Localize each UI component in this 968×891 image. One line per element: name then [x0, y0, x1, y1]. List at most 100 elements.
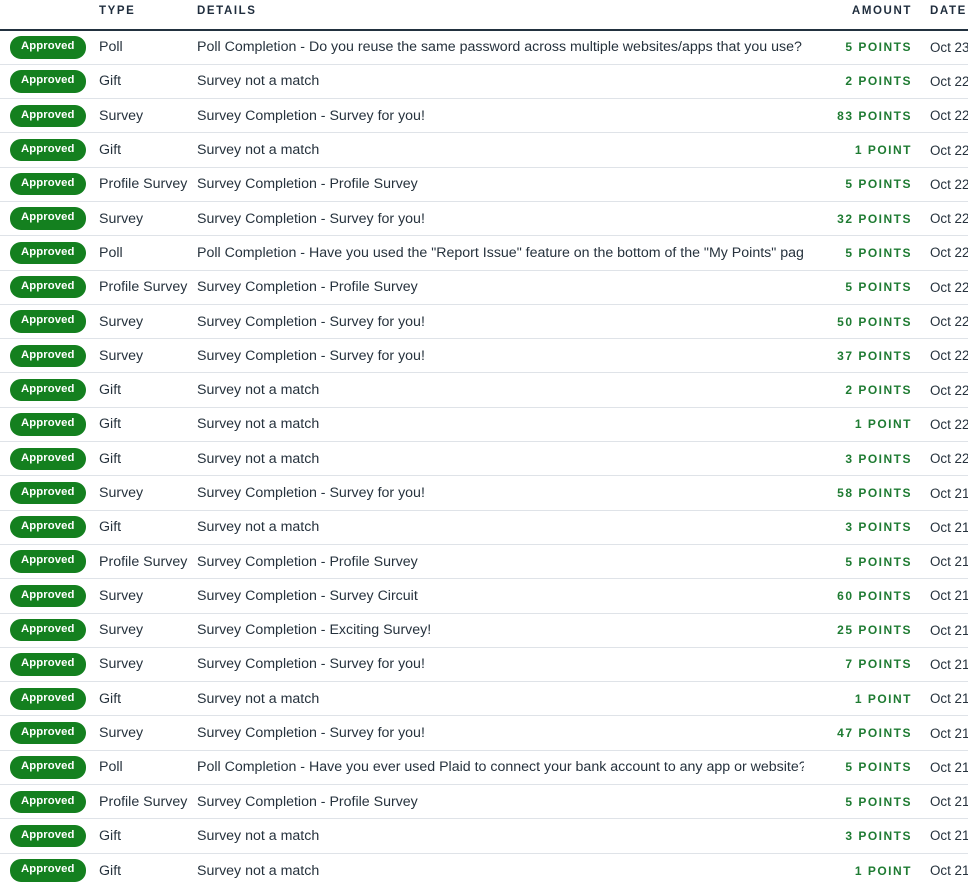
- cell-status: Approved: [0, 579, 99, 613]
- table-row[interactable]: ApprovedGiftSurvey not a match3 POINTSOc…: [0, 819, 968, 853]
- cell-status: Approved: [0, 270, 99, 304]
- cell-details: Survey Completion - Survey for you!: [197, 99, 804, 133]
- status-badge: Approved: [10, 688, 86, 710]
- cell-amount: 2 POINTS: [804, 373, 913, 407]
- cell-type: Survey: [99, 579, 197, 613]
- cell-date: Oct 22: [913, 99, 968, 133]
- cell-details: Survey Completion - Exciting Survey!: [197, 613, 804, 647]
- status-badge: Approved: [10, 345, 86, 367]
- cell-date: Oct 21: [913, 785, 968, 819]
- cell-type: Gift: [99, 64, 197, 98]
- cell-amount: 5 POINTS: [804, 30, 913, 64]
- status-badge: Approved: [10, 207, 86, 229]
- table-row[interactable]: ApprovedProfile SurveySurvey Completion …: [0, 544, 968, 578]
- status-badge: Approved: [10, 379, 86, 401]
- table-row[interactable]: ApprovedSurveySurvey Completion - Survey…: [0, 304, 968, 338]
- cell-amount: 3 POINTS: [804, 510, 913, 544]
- cell-status: Approved: [0, 716, 99, 750]
- cell-type: Survey: [99, 647, 197, 681]
- status-badge: Approved: [10, 722, 86, 744]
- table-row[interactable]: Approved SurveySurvey Completion - Survey…: [0, 579, 968, 613]
- table-row[interactable]: ApprovedProfile SurveySurvey Completion …: [0, 785, 968, 819]
- cell-type: Survey: [99, 201, 197, 235]
- cell-amount: 58 POINTS: [804, 476, 913, 510]
- cell-status: Approved: [0, 99, 99, 133]
- cell-date: Oct 22: [913, 373, 968, 407]
- cell-status: Approved: [0, 442, 99, 476]
- table-row[interactable]: ApprovedGiftSurvey not a match3 POINTSOc…: [0, 510, 968, 544]
- cell-amount: 32 POINTS: [804, 201, 913, 235]
- cell-date: Oct 21: [913, 613, 968, 647]
- status-badge: Approved: [10, 310, 86, 332]
- table-row[interactable]: ApprovedPollPoll Completion - Have you u…: [0, 236, 968, 270]
- cell-details: Poll Completion - Have you used the "Rep…: [197, 236, 804, 270]
- status-badge: Approved: [10, 276, 86, 298]
- table-row[interactable]: ApprovedSurveySurvey Completion - Survey…: [0, 647, 968, 681]
- cell-details: Survey Completion - Survey for you!: [197, 647, 804, 681]
- column-header-details: DETAILS: [197, 0, 804, 30]
- table-row[interactable]: ApprovedGiftSurvey not a match1 POINTOct…: [0, 407, 968, 441]
- cell-details: Survey Completion - Profile Survey: [197, 270, 804, 304]
- cell-status: Approved: [0, 613, 99, 647]
- cell-type: Gift: [99, 853, 197, 887]
- table-row[interactable]: ApprovedGiftSurvey not a match3 POINTSOc…: [0, 442, 968, 476]
- cell-amount: 1 POINT: [804, 133, 913, 167]
- table-row[interactable]: ApprovedSurveySurvey Completion - Survey…: [0, 339, 968, 373]
- status-badge: Approved: [10, 70, 86, 92]
- table-row[interactable]: ApprovedSurveySurvey Completion - Survey…: [0, 476, 968, 510]
- cell-amount: 5 POINTS: [804, 785, 913, 819]
- cell-details: Survey Completion - Profile Survey: [197, 785, 804, 819]
- column-header-date: DATE: [913, 0, 968, 30]
- cell-status: Approved: [0, 682, 99, 716]
- table-row[interactable]: ApprovedGiftSurvey not a match2 POINTSOc…: [0, 373, 968, 407]
- table-row[interactable]: Approved SurveySurvey Completion - Survey…: [0, 99, 968, 133]
- cell-date: Oct 21: [913, 716, 968, 750]
- cell-date: Oct 22: [913, 64, 968, 98]
- status-badge: Approved: [10, 242, 86, 264]
- cell-type: Gift: [99, 819, 197, 853]
- table-row[interactable]: ApprovedGiftSurvey not a match1 POINTOct…: [0, 682, 968, 716]
- cell-type: Profile Survey: [99, 785, 197, 819]
- status-badge: Approved: [10, 139, 86, 161]
- table-body: ApprovedPollPoll Completion - Do you reu…: [0, 30, 968, 887]
- status-badge: Approved: [10, 585, 86, 607]
- cell-type: Profile Survey: [99, 167, 197, 201]
- cell-details: Survey not a match: [197, 510, 804, 544]
- cell-date: Oct 22: [913, 201, 968, 235]
- cell-date: Oct 22: [913, 236, 968, 270]
- status-badge: Approved: [10, 105, 86, 127]
- cell-amount: 60 POINTS: [804, 579, 913, 613]
- status-badge: Approved: [10, 36, 86, 58]
- table-row[interactable]: ApprovedGiftSurvey not a match2 POINTSOc…: [0, 64, 968, 98]
- cell-details: Survey not a match: [197, 442, 804, 476]
- cell-type: Gift: [99, 510, 197, 544]
- status-badge: Approved: [10, 619, 86, 641]
- cell-amount: 1 POINT: [804, 682, 913, 716]
- cell-status: Approved: [0, 476, 99, 510]
- cell-details: Survey not a match: [197, 853, 804, 887]
- cell-details: Survey Completion - Survey Circuit: [197, 579, 804, 613]
- table-row[interactable]: ApprovedGiftSurvey not a match1 POINTOct…: [0, 133, 968, 167]
- table-row[interactable]: ApprovedSurveySurvey Completion - Survey…: [0, 201, 968, 235]
- activity-history-table: TYPE DETAILS AMOUNT DATE ApprovedPollPol…: [0, 0, 968, 887]
- cell-type: Profile Survey: [99, 544, 197, 578]
- table-row[interactable]: ApprovedProfile SurveySurvey Completion …: [0, 167, 968, 201]
- cell-status: Approved: [0, 30, 99, 64]
- cell-amount: 37 POINTS: [804, 339, 913, 373]
- table-row[interactable]: ApprovedGiftSurvey not a match1 POINTOct…: [0, 853, 968, 887]
- table-row[interactable]: ApprovedProfile SurveySurvey Completion …: [0, 270, 968, 304]
- cell-status: Approved: [0, 304, 99, 338]
- table-row[interactable]: ApprovedPollPoll Completion - Have you e…: [0, 750, 968, 784]
- cell-details: Survey Completion - Profile Survey: [197, 544, 804, 578]
- column-header-type: TYPE: [99, 0, 197, 30]
- table-row[interactable]: ApprovedSurveySurvey Completion - Survey…: [0, 716, 968, 750]
- cell-details: Survey not a match: [197, 373, 804, 407]
- table-row[interactable]: ApprovedPollPoll Completion - Do you reu…: [0, 30, 968, 64]
- cell-type: Survey: [99, 99, 197, 133]
- cell-date: Oct 21: [913, 853, 968, 887]
- table-row[interactable]: ApprovedSurveySurvey Completion - Exciti…: [0, 613, 968, 647]
- cell-date: Oct 21: [913, 819, 968, 853]
- cell-details: Survey not a match: [197, 682, 804, 716]
- cell-details: Survey Completion - Profile Survey: [197, 167, 804, 201]
- cell-type: Survey: [99, 304, 197, 338]
